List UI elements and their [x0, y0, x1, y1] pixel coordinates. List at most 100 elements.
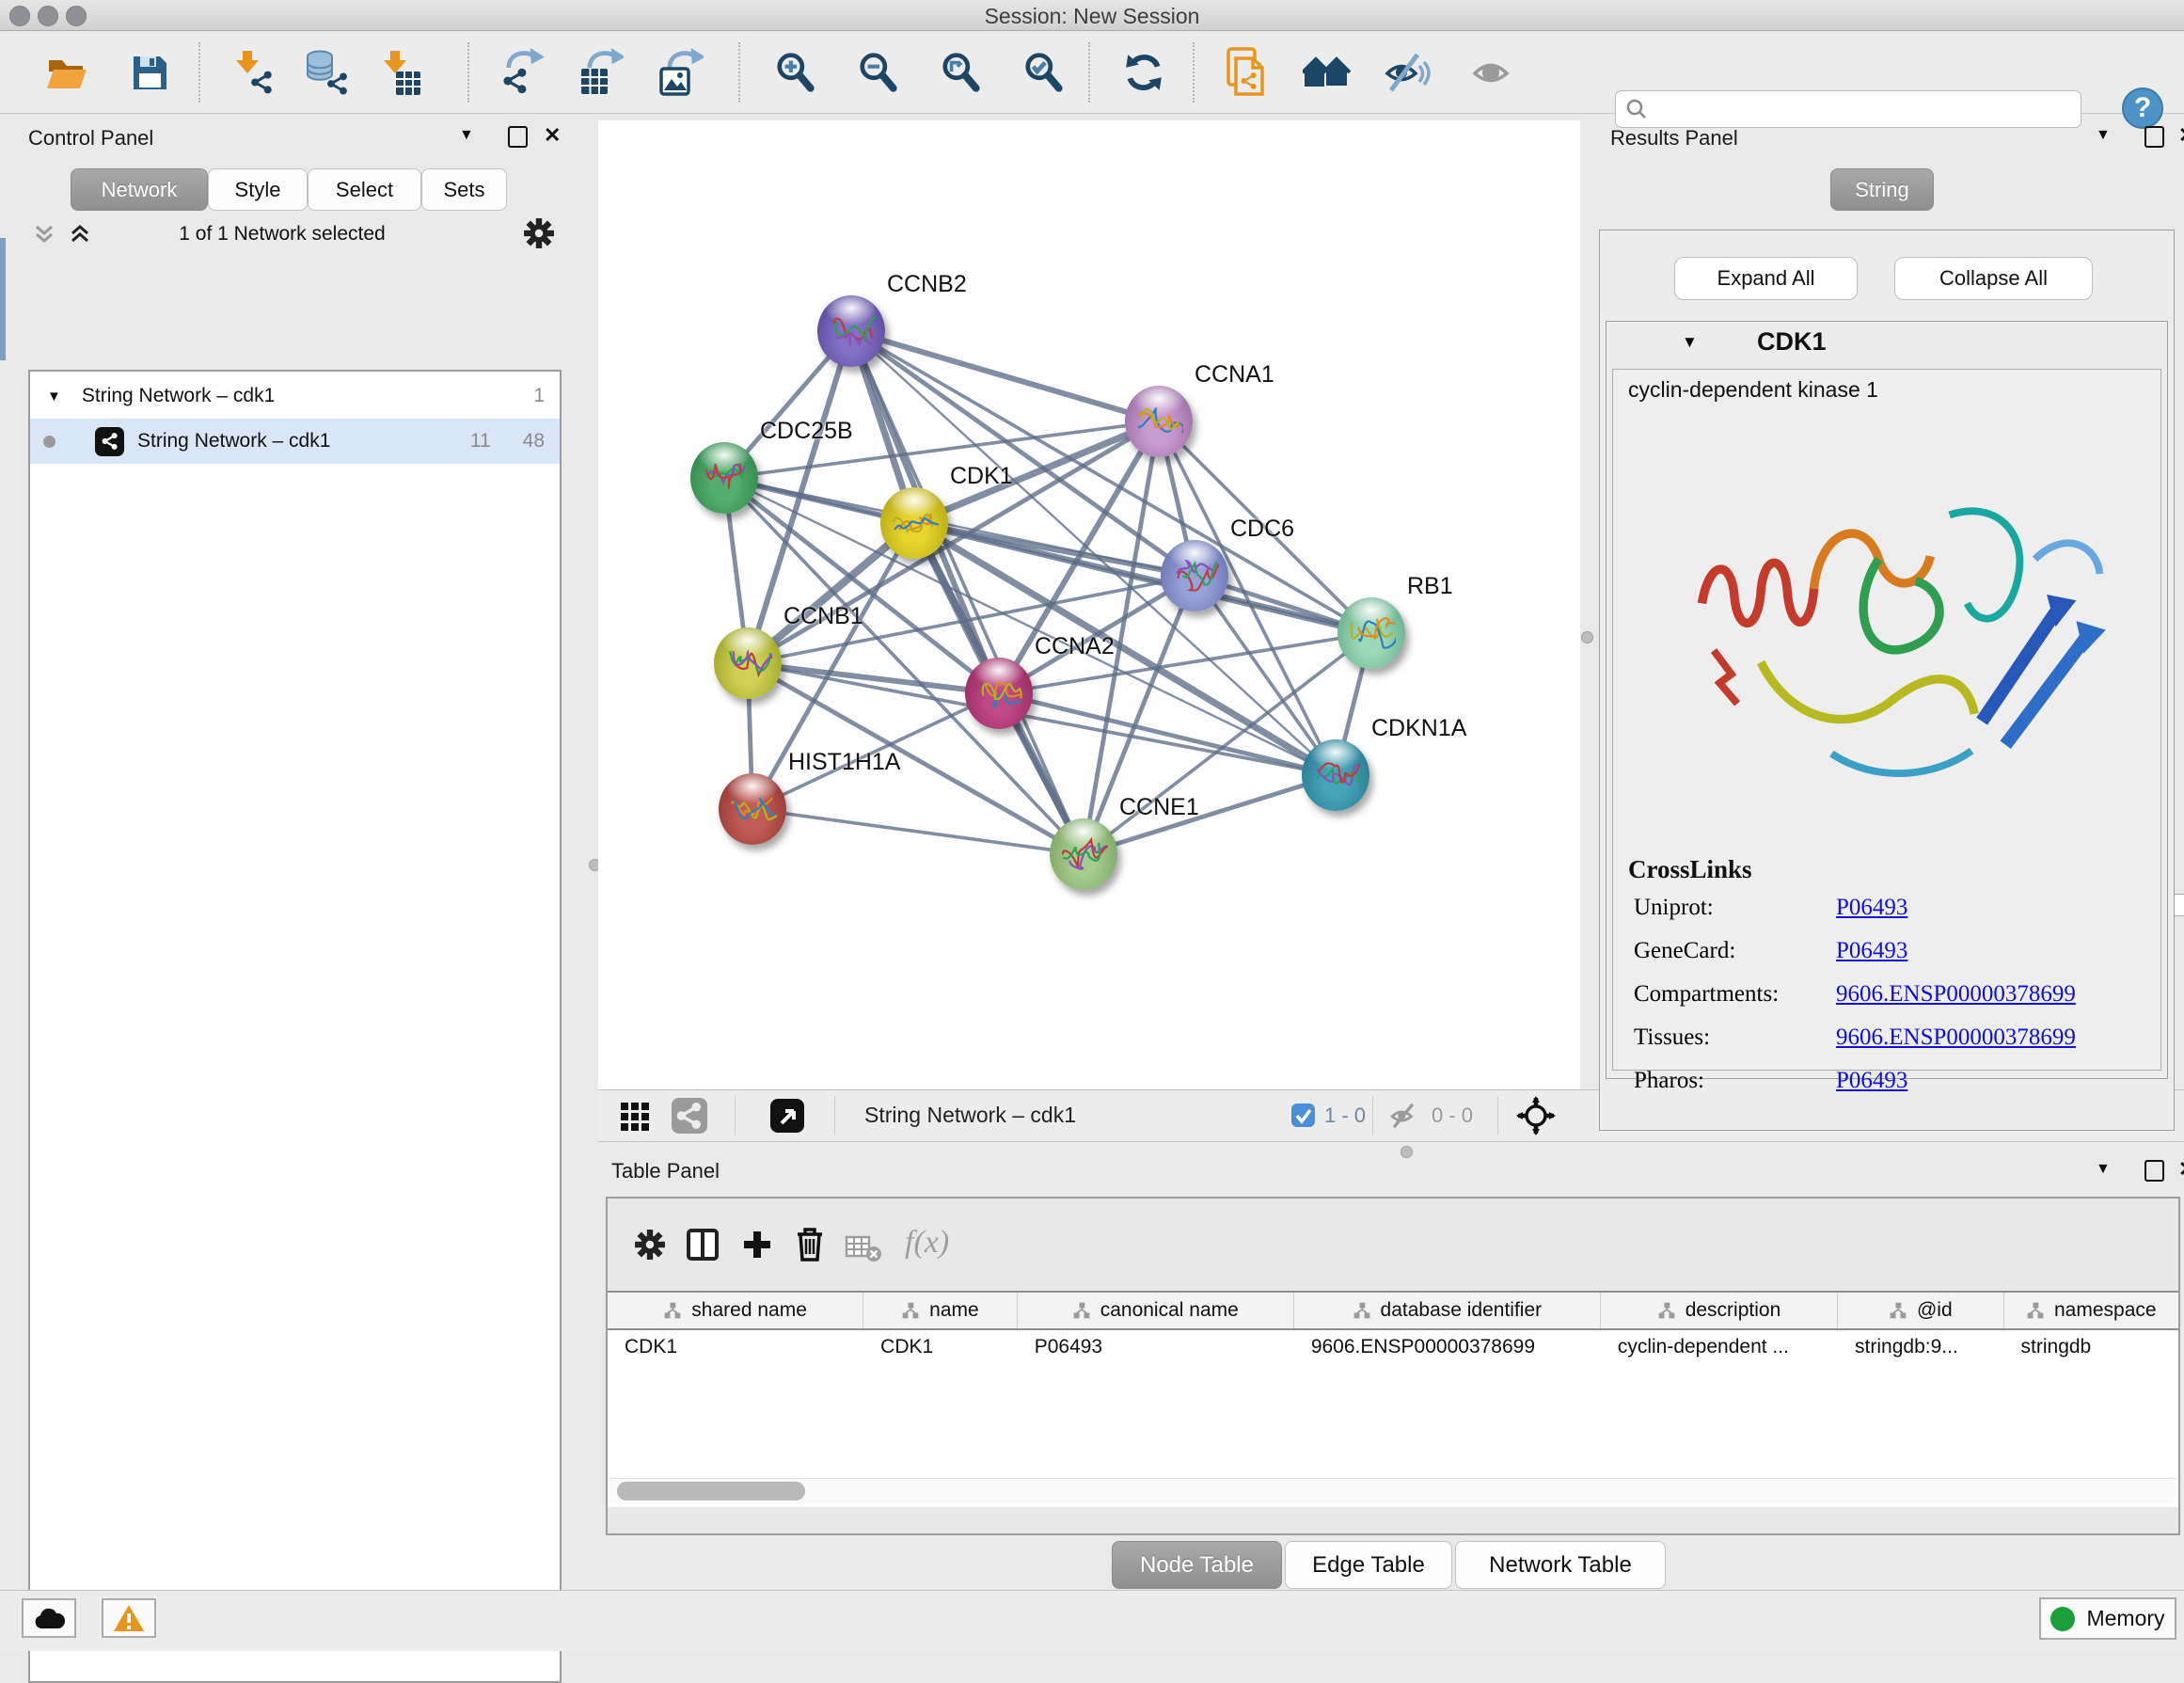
node-label-CCNB1: CCNB1	[783, 603, 863, 630]
table-panel-close-icon[interactable]: ✕	[2178, 1157, 2184, 1182]
protein-thumbnail	[974, 674, 1023, 713]
network-options-gear-icon[interactable]	[523, 217, 555, 254]
crosslink-row: Pharos: P06493	[1634, 1068, 2142, 1111]
tab-sets[interactable]: Sets	[421, 168, 507, 211]
column-header-database-identifier[interactable]: database identifier	[1294, 1293, 1601, 1328]
return-to-networks-button[interactable]	[1298, 43, 1356, 102]
control-panel-close-icon[interactable]: ✕	[544, 123, 561, 148]
control-panel-collapse-icon[interactable]: ▼	[459, 127, 474, 144]
table-panel-body: f(x) shared name name canonical name dat…	[606, 1197, 2180, 1535]
expand-all-networks-icon[interactable]	[32, 221, 56, 250]
crosslink-row: Uniprot: P06493	[1634, 895, 2142, 938]
network-collection-row[interactable]: ▼ String Network – cdk1 1	[30, 373, 560, 419]
collapse-all-button[interactable]: Collapse All	[1894, 257, 2093, 300]
string-query-button[interactable]	[1217, 43, 1275, 102]
grid-view-icon[interactable]	[619, 1101, 651, 1137]
control-panel-float-icon[interactable]	[508, 126, 528, 152]
zoom-selected-button[interactable]	[1014, 43, 1072, 102]
column-header-namespace[interactable]: namespace	[2004, 1293, 2178, 1328]
horizontal-scrollbar[interactable]	[609, 1478, 2176, 1503]
show-columns-icon[interactable]	[685, 1227, 720, 1267]
column-header-shared-name[interactable]: shared name	[608, 1293, 863, 1328]
network-selection-status: 1 of 1 Network selected	[122, 223, 442, 246]
delete-column-trash-icon[interactable]	[792, 1225, 828, 1267]
tab-style[interactable]: Style	[208, 168, 308, 211]
network-node-CCNB1[interactable]	[714, 627, 782, 699]
import-network-file-button[interactable]	[224, 43, 282, 102]
tab-network[interactable]: Network	[71, 168, 208, 211]
crosslink-genecard-link[interactable]: P06493	[1836, 938, 1907, 964]
tab-network-table[interactable]: Network Table	[1455, 1541, 1666, 1589]
selected-checkbox-icon[interactable]	[1290, 1103, 1316, 1133]
network-node-CDKN1A[interactable]	[1302, 739, 1369, 811]
string-view-icon[interactable]	[672, 1098, 707, 1138]
protein-entry-section: ▼ CDK1 cyclin-dependent kinase 1 CrossLi…	[1606, 321, 2168, 1079]
table-panel-collapse-icon[interactable]: ▼	[2096, 1161, 2111, 1178]
network-node-CDC25B[interactable]	[690, 442, 758, 514]
table-row[interactable]: CDK1 CDK1 P06493 9606.ENSP00000378699 cy…	[608, 1330, 2178, 1364]
status-bar: Memory	[0, 1590, 2184, 1651]
network-node-CCNB2[interactable]	[817, 295, 885, 367]
expand-all-button[interactable]: Expand All	[1674, 257, 1858, 300]
network-edge[interactable]	[851, 331, 1159, 421]
show-all-button[interactable]	[1464, 43, 1522, 102]
network-canvas[interactable]: CCNB2CCNA1CDC25BCDK1CDC6RB1CCNB1CCNA2CDK…	[598, 120, 1580, 1089]
scrollbar-thumb[interactable]	[617, 1482, 805, 1500]
cloud-status-button[interactable]	[22, 1598, 76, 1638]
network-row-selected[interactable]: String Network – cdk1 11 48	[30, 419, 560, 464]
table-panel-float-icon[interactable]	[2144, 1160, 2164, 1186]
results-panel-float-icon[interactable]	[2144, 126, 2164, 152]
birdseye-view-icon[interactable]	[769, 1098, 805, 1138]
export-network-button[interactable]	[493, 43, 551, 102]
network-node-HIST1H1A[interactable]	[719, 773, 786, 845]
refresh-network-button[interactable]	[1115, 43, 1173, 102]
network-node-CCNA1[interactable]	[1125, 386, 1193, 457]
export-image-button[interactable]	[652, 43, 710, 102]
network-edge[interactable]	[851, 331, 1371, 633]
window-title: Session: New Session	[0, 4, 2184, 29]
pan-crosshair-icon[interactable]	[1516, 1096, 1556, 1140]
zoom-out-button[interactable]	[848, 43, 907, 102]
crosslink-uniprot-link[interactable]: P06493	[1836, 895, 1907, 921]
save-session-button[interactable]	[120, 43, 179, 102]
collapse-all-networks-icon[interactable]	[68, 221, 92, 250]
zoom-fit-button[interactable]	[931, 43, 989, 102]
network-node-CDC6[interactable]	[1161, 540, 1228, 611]
import-table-file-button[interactable]	[371, 43, 429, 102]
results-panel-close-icon[interactable]: ✕	[2178, 123, 2184, 148]
add-column-icon[interactable]	[739, 1227, 775, 1267]
hide-selected-button[interactable]	[1378, 43, 1436, 102]
column-header-name[interactable]: name	[863, 1293, 1018, 1328]
crosslink-tissues-link[interactable]: 9606.ENSP00000378699	[1836, 1024, 2076, 1051]
protein-thumbnail	[723, 643, 772, 683]
column-header-id[interactable]: @id	[1838, 1293, 2003, 1328]
column-header-canonical-name[interactable]: canonical name	[1018, 1293, 1294, 1328]
cell-name: CDK1	[863, 1330, 1018, 1364]
protein-description: cyclin-dependent kinase 1	[1628, 377, 1878, 403]
network-node-RB1[interactable]	[1337, 597, 1405, 669]
network-edge[interactable]	[752, 809, 1084, 854]
memory-button[interactable]: Memory	[2039, 1597, 2176, 1640]
tab-string-results[interactable]: String	[1830, 168, 1934, 211]
crosslink-pharos-link[interactable]: P06493	[1836, 1068, 1907, 1094]
warnings-button[interactable]	[102, 1598, 156, 1638]
network-node-CCNA2[interactable]	[965, 658, 1033, 729]
column-header-description[interactable]: description	[1601, 1293, 1838, 1328]
toolbar-separator	[738, 42, 740, 103]
crosslink-compartments-link[interactable]: 9606.ENSP00000378699	[1836, 981, 2076, 1008]
node-label-CCNE1: CCNE1	[1119, 794, 1199, 821]
tab-select[interactable]: Select	[308, 168, 421, 211]
tree-expander-icon[interactable]: ▼	[47, 389, 61, 405]
tab-edge-table[interactable]: Edge Table	[1285, 1541, 1452, 1589]
import-network-database-button[interactable]	[298, 43, 356, 102]
zoom-selected-icon	[1021, 51, 1065, 94]
table-gear-icon[interactable]	[634, 1229, 666, 1265]
zoom-in-button[interactable]	[766, 43, 824, 102]
open-session-button[interactable]	[37, 43, 95, 102]
export-table-button[interactable]	[572, 43, 630, 102]
tab-node-table[interactable]: Node Table	[1112, 1541, 1282, 1589]
network-node-CCNE1[interactable]	[1050, 818, 1117, 890]
results-panel-collapse-icon[interactable]: ▼	[2096, 127, 2111, 144]
network-node-CDK1[interactable]	[880, 487, 948, 559]
entry-expander-icon[interactable]: ▼	[1682, 333, 1698, 352]
